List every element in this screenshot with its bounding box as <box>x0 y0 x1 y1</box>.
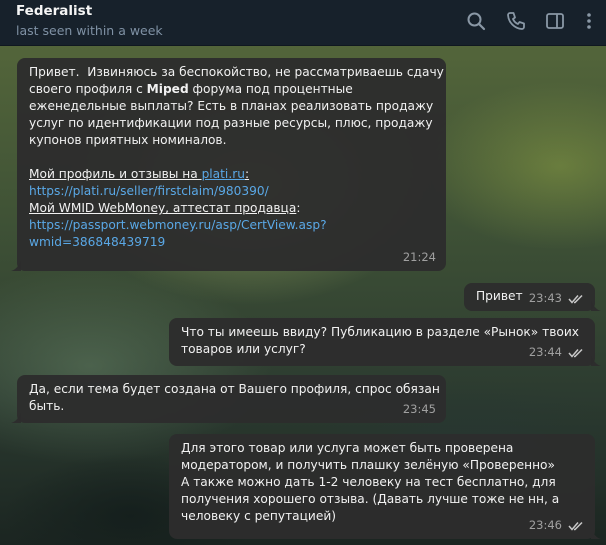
link[interactable]: wmid=386848439719 <box>29 234 436 251</box>
message-time: 23:44 <box>528 345 562 359</box>
chat-status: last seen within a week <box>16 23 163 38</box>
message-incoming[interactable]: Да, если тема будет создана от Вашего пр… <box>11 375 446 423</box>
message-meta: 21:24 <box>403 249 436 266</box>
message-time: 23:46 <box>528 518 562 532</box>
message-text-line: Для этого товар или услуга может быть пр… <box>181 441 514 455</box>
message-meta: 23:44 <box>529 344 585 361</box>
message-time: 23:45 <box>402 402 436 416</box>
message-text-line: получения хорошего отзыва. (Давать лучше… <box>181 492 560 506</box>
message-meta: 23:43 <box>529 290 585 307</box>
bubble-tail <box>591 529 601 539</box>
message-outgoing[interactable]: Для этого товар или услуга может быть пр… <box>169 434 601 539</box>
message-text-line: Мой профиль и отзывы на plati.ru: <box>29 167 250 181</box>
message-text-line: человеку с репутацией) <box>181 509 337 523</box>
bubble-tail <box>591 301 601 311</box>
more-vertical-icon[interactable] <box>578 10 600 32</box>
message-text-line: Мой WMID WebMoney, аттестат продавца: <box>29 201 301 215</box>
message-text-line: услуг по идентификации под разные ресурс… <box>29 116 433 130</box>
search-icon[interactable] <box>465 10 487 32</box>
phone-icon[interactable] <box>505 10 527 32</box>
message-incoming[interactable]: Привет. Извиняюсь за беспокойство, не ра… <box>11 58 446 271</box>
link[interactable]: https://passport.webmoney.ru/asp/CertVie… <box>29 217 436 234</box>
message-meta: 23:45 <box>403 401 436 418</box>
message-text-line: А также можно дать 1-2 человеку на тест … <box>181 475 556 489</box>
message-outgoing[interactable]: Привет 23:43 <box>464 283 601 311</box>
message-text-line: Что ты имеешь ввиду? Публикацию в раздел… <box>181 325 579 339</box>
double-check-icon <box>568 294 585 304</box>
message-text-line: Да, если тема будет создана от Вашего пр… <box>29 382 440 396</box>
message-time: 23:43 <box>528 291 562 305</box>
bubble-tail <box>11 261 21 271</box>
message-outgoing[interactable]: Что ты имеешь ввиду? Публикацию в раздел… <box>169 318 601 366</box>
message-text-line: быть. <box>29 399 65 413</box>
link[interactable]: https://plati.ru/seller/firstclaim/98039… <box>29 183 436 200</box>
link[interactable]: plati.ru <box>202 167 245 181</box>
double-check-icon <box>568 348 585 358</box>
message-text-line: товаров или услуг? <box>181 342 306 356</box>
message-text-line: еженедельные выплаты? Есть в планах реал… <box>29 99 434 113</box>
chat-title[interactable]: Federalist <box>16 3 92 19</box>
double-check-icon <box>568 521 585 531</box>
message-text-line: Привет. Извиняюсь за беспокойство, не ра… <box>29 65 444 79</box>
message-text-line: модератором, и получить плашку зелёную «… <box>181 458 555 472</box>
message-text-line: купонов приятных номиналов. <box>29 133 227 147</box>
sidebar-toggle-icon[interactable] <box>544 10 566 32</box>
chat-header: Federalist last seen within a week <box>0 0 606 46</box>
bold-text: Miped <box>146 82 189 96</box>
bubble-tail <box>11 413 21 423</box>
message-text-line: своего профиля с Miped форума под процен… <box>29 82 353 96</box>
message-time: 21:24 <box>402 250 436 264</box>
bubble-tail <box>591 356 601 366</box>
message-meta: 23:46 <box>529 517 585 534</box>
